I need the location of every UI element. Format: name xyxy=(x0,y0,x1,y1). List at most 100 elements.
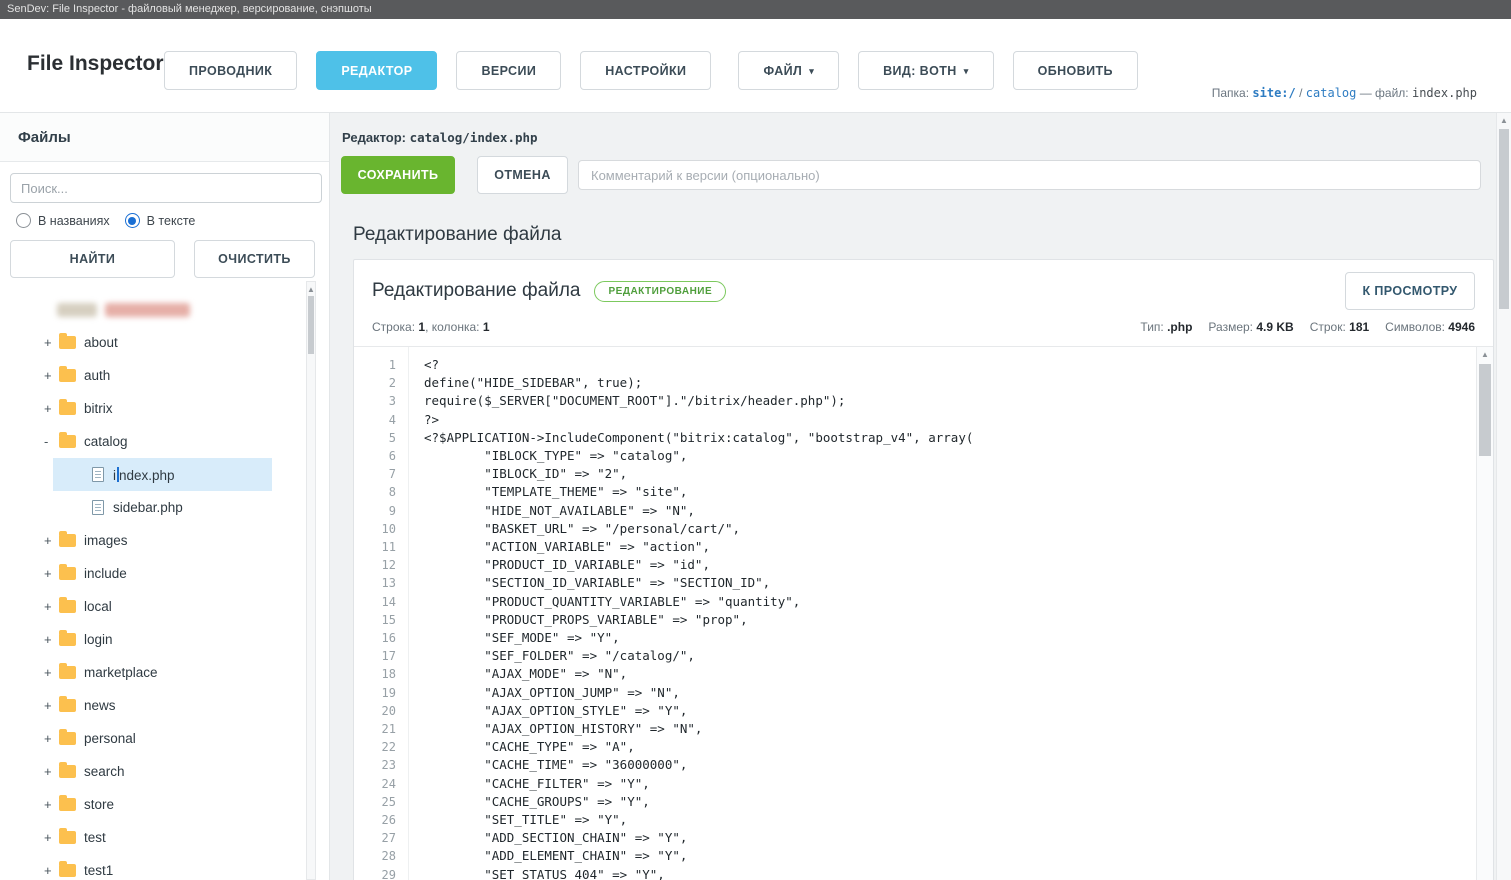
folder-icon xyxy=(59,633,76,646)
stat-label: Символов: xyxy=(1385,320,1448,334)
code-line: "PRODUCT_ID_VARIABLE" => "id", xyxy=(424,556,1473,574)
line-number: 7 xyxy=(354,465,396,483)
code-editor[interactable]: 1234567891011121314151617181920212223242… xyxy=(354,346,1493,880)
nav-button-refresh[interactable]: ОБНОВИТЬ xyxy=(1013,51,1138,90)
expand-icon[interactable]: + xyxy=(44,698,59,713)
line-number: 16 xyxy=(354,629,396,647)
breadcrumb-folder-link[interactable]: catalog xyxy=(1306,86,1357,100)
folder-icon xyxy=(59,765,76,778)
radio-icon[interactable] xyxy=(125,213,140,228)
expand-icon[interactable]: + xyxy=(44,401,59,416)
tree-item-blurred[interactable] xyxy=(0,293,305,326)
radio-search-text[interactable]: В тексте xyxy=(125,213,196,228)
version-comment-input[interactable] xyxy=(578,160,1481,190)
scroll-up-icon[interactable]: ▲ xyxy=(1497,113,1511,128)
expand-icon[interactable]: + xyxy=(44,731,59,746)
tree-file-index.php[interactable]: index.php xyxy=(0,458,305,491)
folder-icon xyxy=(59,831,76,844)
breadcrumb-root-link[interactable]: site:/ xyxy=(1252,86,1295,100)
editor-scrollbar[interactable]: ▲ xyxy=(1476,347,1493,880)
folder-icon xyxy=(59,336,76,349)
tree-folder-news[interactable]: +news xyxy=(0,689,305,722)
nav-button-explorer[interactable]: ПРОВОДНИК xyxy=(164,51,297,90)
code-area[interactable]: <?define("HIDE_SIDEBAR", true);require($… xyxy=(409,347,1493,880)
search-scope-radios: В названиях В тексте xyxy=(0,203,329,232)
expand-icon[interactable]: + xyxy=(44,632,59,647)
tree-folder-catalog[interactable]: - catalog xyxy=(0,425,305,458)
tree-folder-auth[interactable]: +auth xyxy=(0,359,305,392)
tree-folder-bitrix[interactable]: +bitrix xyxy=(0,392,305,425)
line-number: 11 xyxy=(354,538,396,556)
save-button[interactable]: СОХРАНИТЬ xyxy=(341,156,455,194)
breadcrumb-file-label: — файл: xyxy=(1360,86,1409,100)
tree-folder-local[interactable]: +local xyxy=(0,590,305,623)
folder-name: catalog xyxy=(84,434,128,449)
clear-button[interactable]: ОЧИСТИТЬ xyxy=(194,240,315,278)
code-line: "CACHE_TYPE" => "A", xyxy=(424,738,1473,756)
folder-icon xyxy=(59,534,76,547)
nav-button-label: РЕДАКТОР xyxy=(341,64,412,78)
code-line: "SEF_FOLDER" => "/catalog/", xyxy=(424,647,1473,665)
files-sidebar: Файлы В названиях В тексте НАЙТИ ОЧИСТИТЬ… xyxy=(0,113,330,880)
cancel-button[interactable]: ОТМЕНА xyxy=(477,156,568,194)
tree-folder-store[interactable]: + store xyxy=(0,788,305,821)
expand-icon[interactable]: + xyxy=(44,533,59,548)
code-line: "IBLOCK_ID" => "2", xyxy=(424,465,1473,483)
nav-button-file-menu[interactable]: ФАЙЛ▾ xyxy=(738,51,839,90)
stat-label: Размер: xyxy=(1208,320,1256,334)
scrollbar-thumb[interactable] xyxy=(308,296,314,354)
tree-file-sidebar.php[interactable]: sidebar.php xyxy=(0,491,305,524)
tree-folder-search[interactable]: +search xyxy=(0,755,305,788)
code-line: require($_SERVER["DOCUMENT_ROOT"]."/bitr… xyxy=(424,392,1473,410)
line-number: 9 xyxy=(354,502,396,520)
expand-icon[interactable]: + xyxy=(44,863,59,878)
radio-icon[interactable] xyxy=(16,213,31,228)
stat-value: .php xyxy=(1167,320,1192,334)
file-icon xyxy=(92,467,104,482)
nav-button-view-menu[interactable]: ВИД: BOTH▾ xyxy=(858,51,994,90)
radio-search-names[interactable]: В названиях xyxy=(16,213,110,228)
scrollbar-thumb[interactable] xyxy=(1499,129,1509,309)
tree-folder-images[interactable]: +images xyxy=(0,524,305,557)
expand-icon[interactable]: + xyxy=(44,335,59,350)
view-button[interactable]: К ПРОСМОТРУ xyxy=(1345,272,1475,310)
find-button[interactable]: НАЙТИ xyxy=(10,240,175,278)
expand-icon[interactable]: + xyxy=(44,368,59,383)
expand-icon[interactable]: + xyxy=(44,830,59,845)
window-title: SenDev: File Inspector - файловый менедж… xyxy=(7,3,372,15)
collapse-icon[interactable]: - xyxy=(44,434,59,449)
expand-icon[interactable]: + xyxy=(44,599,59,614)
tree-scrollbar[interactable]: ▲ xyxy=(306,281,316,880)
tree-folder-about[interactable]: +about xyxy=(0,326,305,359)
tree-folder-include[interactable]: +include xyxy=(0,557,305,590)
scrollbar-thumb[interactable] xyxy=(1479,364,1491,456)
page-scrollbar[interactable]: ▲ xyxy=(1496,113,1511,880)
folder-icon xyxy=(59,732,76,745)
file-stats: Тип: .phpРазмер: 4.9 KBСтрок: 181Символо… xyxy=(1124,320,1475,334)
expand-icon[interactable]: + xyxy=(44,566,59,581)
code-line: "AJAX_OPTION_JUMP" => "N", xyxy=(424,684,1473,702)
tree-folder-marketplace[interactable]: +marketplace xyxy=(0,656,305,689)
line-number: 6 xyxy=(354,447,396,465)
folder-name: test1 xyxy=(84,863,113,878)
line-number: 15 xyxy=(354,611,396,629)
nav-button-label: ФАЙЛ xyxy=(763,64,802,78)
nav-button-settings[interactable]: НАСТРОЙКИ xyxy=(580,51,711,90)
tree-folder-test1[interactable]: + test1 xyxy=(0,854,305,880)
tree-folder-login[interactable]: +login xyxy=(0,623,305,656)
nav-button-versions[interactable]: ВЕРСИИ xyxy=(456,51,561,90)
sidebar-title: Файлы xyxy=(0,113,329,162)
folder-icon xyxy=(59,402,76,415)
expand-icon[interactable]: + xyxy=(44,665,59,680)
expand-icon[interactable]: + xyxy=(44,797,59,812)
folder-name: store xyxy=(84,797,114,812)
nav-button-editor[interactable]: РЕДАКТОР xyxy=(316,51,437,90)
radio-label: В тексте xyxy=(147,214,196,228)
tree-folder-test[interactable]: +test xyxy=(0,821,305,854)
scroll-up-icon[interactable]: ▲ xyxy=(307,282,315,297)
expand-icon[interactable]: + xyxy=(44,764,59,779)
tree-folder-personal[interactable]: +personal xyxy=(0,722,305,755)
scroll-up-icon[interactable]: ▲ xyxy=(1477,347,1493,362)
search-input[interactable] xyxy=(10,173,322,203)
editor-panel: Редактор: catalog/index.php СОХРАНИТЬ ОТ… xyxy=(330,113,1511,880)
